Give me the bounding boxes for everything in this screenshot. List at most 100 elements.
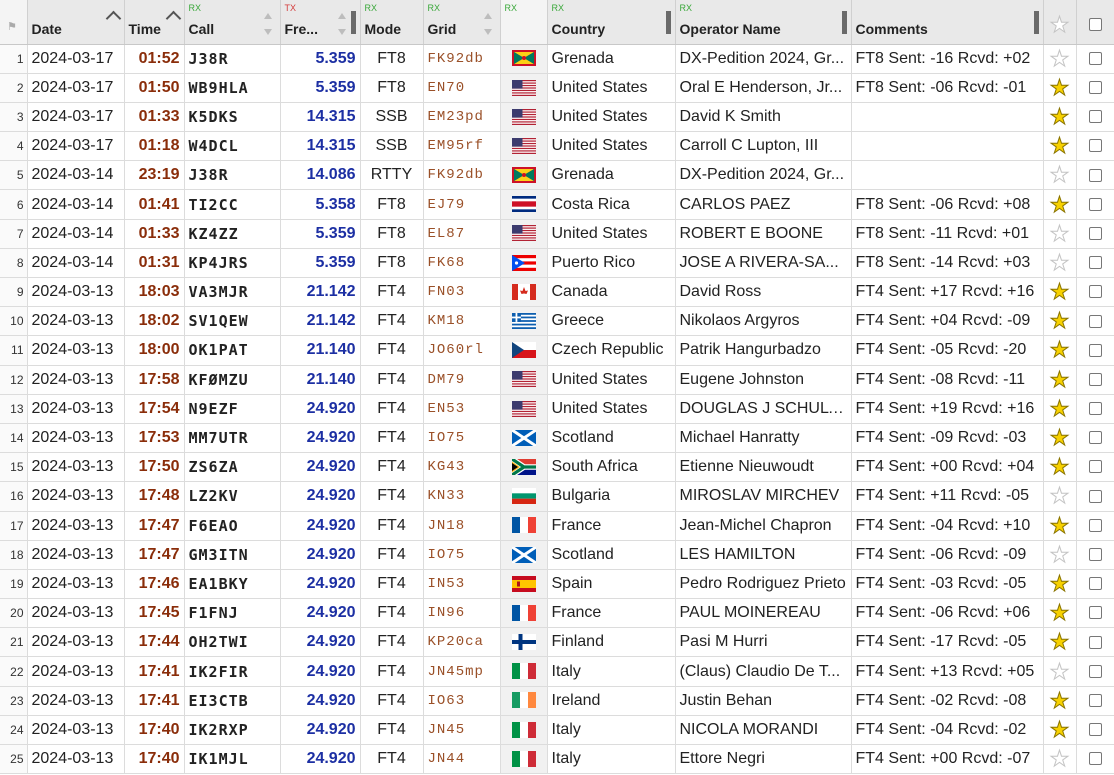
row-checkbox[interactable] <box>1088 664 1102 678</box>
row-checkbox[interactable] <box>1088 635 1102 649</box>
favorite-star-cell[interactable]: ★ <box>1043 656 1077 687</box>
star-filled-icon[interactable]: ★ <box>1049 75 1070 100</box>
table-row[interactable]: 25 2024-03-13 17:40 IK1MJL 24.920 FT4 JN44 Ital… <box>0 744 1114 775</box>
row-checkbox[interactable] <box>1088 548 1102 562</box>
row-select-cell[interactable] <box>1076 569 1114 600</box>
row-select-cell[interactable] <box>1076 73 1114 103</box>
table-row[interactable]: 10 2024-03-13 18:02 SV1QEW 21.142 FT4 KM18 Gree… <box>0 306 1114 337</box>
row-checkbox[interactable] <box>1088 752 1102 766</box>
sort-toggle-icon[interactable] <box>263 13 272 35</box>
row-checkbox[interactable] <box>1088 285 1102 299</box>
table-row[interactable]: 2 2024-03-17 01:50 WB9HLA 5.359 FT8 EN70 United… <box>0 73 1114 103</box>
row-checkbox[interactable] <box>1088 51 1102 65</box>
row-checkbox[interactable] <box>1088 81 1102 95</box>
table-row[interactable]: 3 2024-03-17 01:33 K5DKS 14.315 SSB EM23pd Unit… <box>0 102 1114 133</box>
star-filled-icon[interactable]: ★ <box>1049 600 1070 625</box>
row-select-cell[interactable] <box>1076 598 1114 629</box>
select-all-checkbox[interactable] <box>1088 18 1102 32</box>
row-select-cell[interactable] <box>1076 715 1114 746</box>
row-checkbox[interactable] <box>1088 372 1102 386</box>
favorite-star-cell[interactable]: ★ <box>1043 248 1077 279</box>
column-header-operator[interactable]: RX Operator Name <box>675 0 852 45</box>
table-row[interactable]: 8 2024-03-14 01:31 KP4JRS 5.359 FT8 FK68 Puerto… <box>0 248 1114 279</box>
favorite-star-cell[interactable]: ★ <box>1043 686 1077 716</box>
star-outline-icon[interactable]: ★ <box>1049 221 1070 246</box>
table-row[interactable]: 21 2024-03-13 17:44 OH2TWI 24.920 FT4 KP20ca Fi… <box>0 627 1114 658</box>
favorite-star-cell[interactable]: ★ <box>1043 335 1077 366</box>
star-outline-icon[interactable]: ★ <box>1049 746 1070 771</box>
favorite-star-cell[interactable]: ★ <box>1043 627 1077 658</box>
row-checkbox[interactable] <box>1088 402 1102 416</box>
row-checkbox[interactable] <box>1088 314 1102 328</box>
column-header-grid[interactable]: RX Grid <box>423 0 501 45</box>
star-filled-icon[interactable]: ★ <box>1049 337 1070 362</box>
row-checkbox[interactable] <box>1088 606 1102 620</box>
row-select-cell[interactable] <box>1076 102 1114 133</box>
row-checkbox[interactable] <box>1088 693 1102 707</box>
row-checkbox[interactable] <box>1088 723 1102 737</box>
row-select-cell[interactable] <box>1076 452 1114 483</box>
row-select-cell[interactable] <box>1076 306 1114 337</box>
column-resize-handle[interactable] <box>350 11 356 34</box>
favorite-star-cell[interactable]: ★ <box>1043 511 1077 541</box>
row-checkbox[interactable] <box>1088 460 1102 474</box>
favorite-star-cell[interactable]: ★ <box>1043 73 1077 103</box>
favorite-star-cell[interactable]: ★ <box>1043 569 1077 600</box>
column-header-date[interactable]: Date <box>27 0 125 45</box>
star-filled-icon[interactable]: ★ <box>1049 717 1070 742</box>
sort-ascending-icon[interactable] <box>165 10 181 27</box>
star-filled-icon[interactable]: ★ <box>1049 688 1070 713</box>
favorite-star-cell[interactable]: ★ <box>1043 44 1077 74</box>
star-filled-icon[interactable]: ★ <box>1049 192 1070 217</box>
star-filled-icon[interactable]: ★ <box>1049 425 1070 450</box>
table-row[interactable]: 19 2024-03-13 17:46 EA1BKY 24.920 FT4 IN53 Spai… <box>0 569 1114 600</box>
favorite-star-cell[interactable]: ★ <box>1043 219 1077 249</box>
row-checkbox[interactable] <box>1088 168 1102 182</box>
star-filled-icon[interactable]: ★ <box>1049 629 1070 654</box>
row-checkbox[interactable] <box>1088 256 1102 270</box>
column-header-call[interactable]: RX Call <box>184 0 281 45</box>
column-header-comments[interactable]: Comments <box>851 0 1044 45</box>
star-outline-icon[interactable]: ★ <box>1049 542 1070 567</box>
star-filled-icon[interactable]: ★ <box>1049 367 1070 392</box>
favorite-star-cell[interactable]: ★ <box>1043 131 1077 162</box>
star-outline-icon[interactable]: ★ <box>1049 483 1070 508</box>
favorite-star-cell[interactable]: ★ <box>1043 423 1077 454</box>
table-row[interactable]: 20 2024-03-13 17:45 F1FNJ 24.920 FT4 IN96 Franc… <box>0 598 1114 629</box>
row-select-cell[interactable] <box>1076 189 1114 220</box>
star-filled-icon[interactable]: ★ <box>1049 104 1070 129</box>
row-checkbox[interactable] <box>1088 518 1102 532</box>
table-row[interactable]: 7 2024-03-14 01:33 KZ4ZZ 5.359 FT8 EL87 United … <box>0 219 1114 249</box>
star-filled-icon[interactable]: ★ <box>1049 279 1070 304</box>
favorite-star-cell[interactable]: ★ <box>1043 540 1077 570</box>
column-header-time[interactable]: Time <box>124 0 185 45</box>
star-filled-icon[interactable]: ★ <box>1049 308 1070 333</box>
row-checkbox[interactable] <box>1088 489 1102 503</box>
favorite-star-cell[interactable]: ★ <box>1043 160 1077 191</box>
sort-toggle-icon[interactable] <box>337 13 346 35</box>
column-header-star[interactable]: ★ <box>1043 0 1077 45</box>
column-header-country[interactable]: RX Country <box>547 0 676 45</box>
table-row[interactable]: 11 2024-03-13 18:00 OK1PAT 21.140 FT4 JO60rl Cz… <box>0 335 1114 366</box>
row-checkbox[interactable] <box>1088 110 1102 124</box>
column-header-flag[interactable]: RX <box>500 0 548 45</box>
row-select-cell[interactable] <box>1076 540 1114 570</box>
sort-ascending-icon[interactable] <box>105 10 121 27</box>
column-header-select-all[interactable] <box>1076 0 1114 45</box>
row-select-cell[interactable] <box>1076 511 1114 541</box>
table-row[interactable]: 12 2024-03-13 17:58 KFØMZU 21.140 FT4 DM79 Unit… <box>0 365 1114 395</box>
star-outline-icon[interactable]: ★ <box>1049 250 1070 275</box>
row-checkbox[interactable] <box>1088 197 1102 211</box>
favorite-star-cell[interactable]: ★ <box>1043 365 1077 395</box>
favorite-star-cell[interactable]: ★ <box>1043 102 1077 133</box>
row-checkbox[interactable] <box>1088 431 1102 445</box>
column-resize-handle[interactable] <box>841 11 847 34</box>
favorite-star-cell[interactable]: ★ <box>1043 306 1077 337</box>
star-outline-icon[interactable]: ★ <box>1049 659 1070 684</box>
table-row[interactable]: 18 2024-03-13 17:47 GM3ITN 24.920 FT4 IO75 Scot… <box>0 540 1114 570</box>
star-outline-icon[interactable]: ★ <box>1049 162 1070 187</box>
row-select-cell[interactable] <box>1076 160 1114 191</box>
table-row[interactable]: 1 2024-03-17 01:52 J38R 5.359 FT8 FK92db Grenad… <box>0 44 1114 74</box>
table-row[interactable]: 13 2024-03-13 17:54 N9EZF 24.920 FT4 EN53 Unite… <box>0 394 1114 424</box>
star-icon[interactable]: ★ <box>1049 11 1070 37</box>
